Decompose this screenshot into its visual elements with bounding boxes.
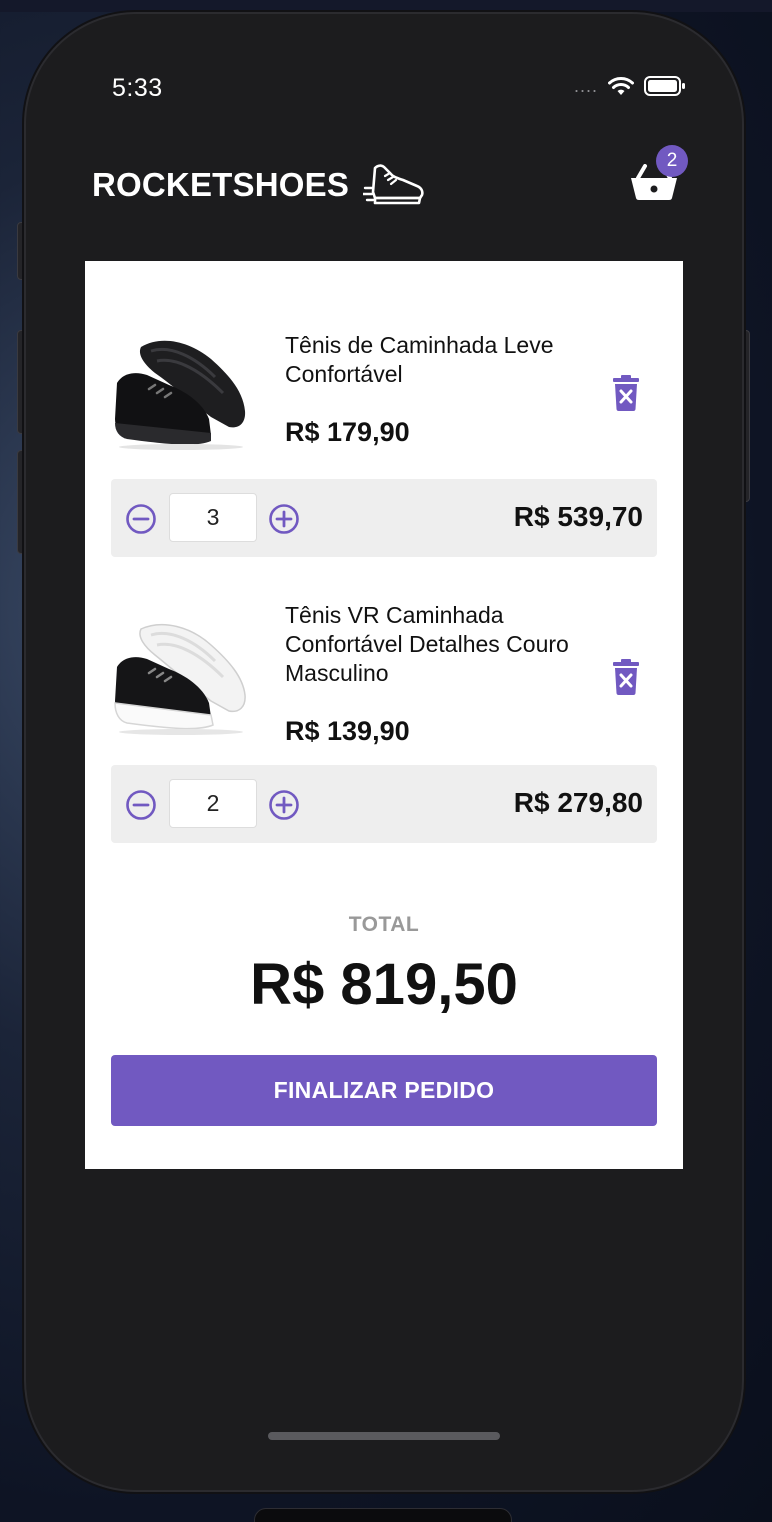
cart-panel: Tênis de Caminhada Leve Confortável R$ 1… — [85, 261, 683, 1169]
product-image — [114, 623, 246, 735]
cart-item: Tênis VR Caminhada Confortável Detalhes … — [111, 601, 657, 843]
total-label: TOTAL — [348, 913, 420, 936]
phone-frame: 5:33 .... ROCKETSHOES 2 Tênis de Caminha… — [26, 14, 742, 1490]
desktop-top-bar — [0, 0, 772, 12]
status-time: 5:33 — [112, 74, 163, 102]
product-title: Tênis de Caminhada Leve Confortável — [285, 332, 554, 387]
product-price: R$ 139,90 — [285, 716, 410, 746]
cart-count-badge: 2 — [656, 145, 688, 177]
decrease-quantity-icon[interactable] — [125, 789, 157, 821]
wifi-icon — [608, 77, 634, 95]
quantity-input[interactable]: 2 — [169, 779, 257, 828]
status-icons: .... — [574, 76, 686, 96]
checkout-button[interactable]: FINALIZAR PEDIDO — [111, 1055, 657, 1126]
increase-quantity-icon[interactable] — [268, 789, 300, 821]
battery-icon — [644, 76, 685, 96]
quantity-bar: 3 R$ 539,70 — [111, 479, 657, 557]
quantity-input[interactable]: 3 — [169, 493, 257, 542]
increase-quantity-icon[interactable] — [268, 503, 300, 535]
brand-name: ROCKETSHOES — [92, 166, 350, 203]
item-subtotal: R$ 539,70 — [513, 501, 643, 532]
quantity-bar: 2 R$ 279,80 — [111, 765, 657, 843]
home-indicator[interactable] — [268, 1432, 500, 1440]
cart-item: Tênis de Caminhada Leve Confortável R$ 1… — [111, 331, 657, 557]
product-price: R$ 179,90 — [285, 417, 410, 447]
delete-icon[interactable] — [611, 375, 641, 411]
signal-icon: .... — [573, 76, 598, 96]
brand-logo[interactable]: ROCKETSHOES — [92, 162, 425, 208]
total-value: R$ 819,50 — [250, 952, 518, 1017]
sneaker-icon — [363, 164, 424, 205]
item-subtotal: R$ 279,80 — [513, 787, 643, 818]
delete-icon[interactable] — [611, 659, 641, 695]
desktop-dock-pill — [254, 1508, 512, 1522]
product-image — [115, 340, 246, 450]
decrease-quantity-icon[interactable] — [125, 503, 157, 535]
product-title: Tênis VR Caminhada Confortável Detalhes … — [285, 602, 569, 686]
